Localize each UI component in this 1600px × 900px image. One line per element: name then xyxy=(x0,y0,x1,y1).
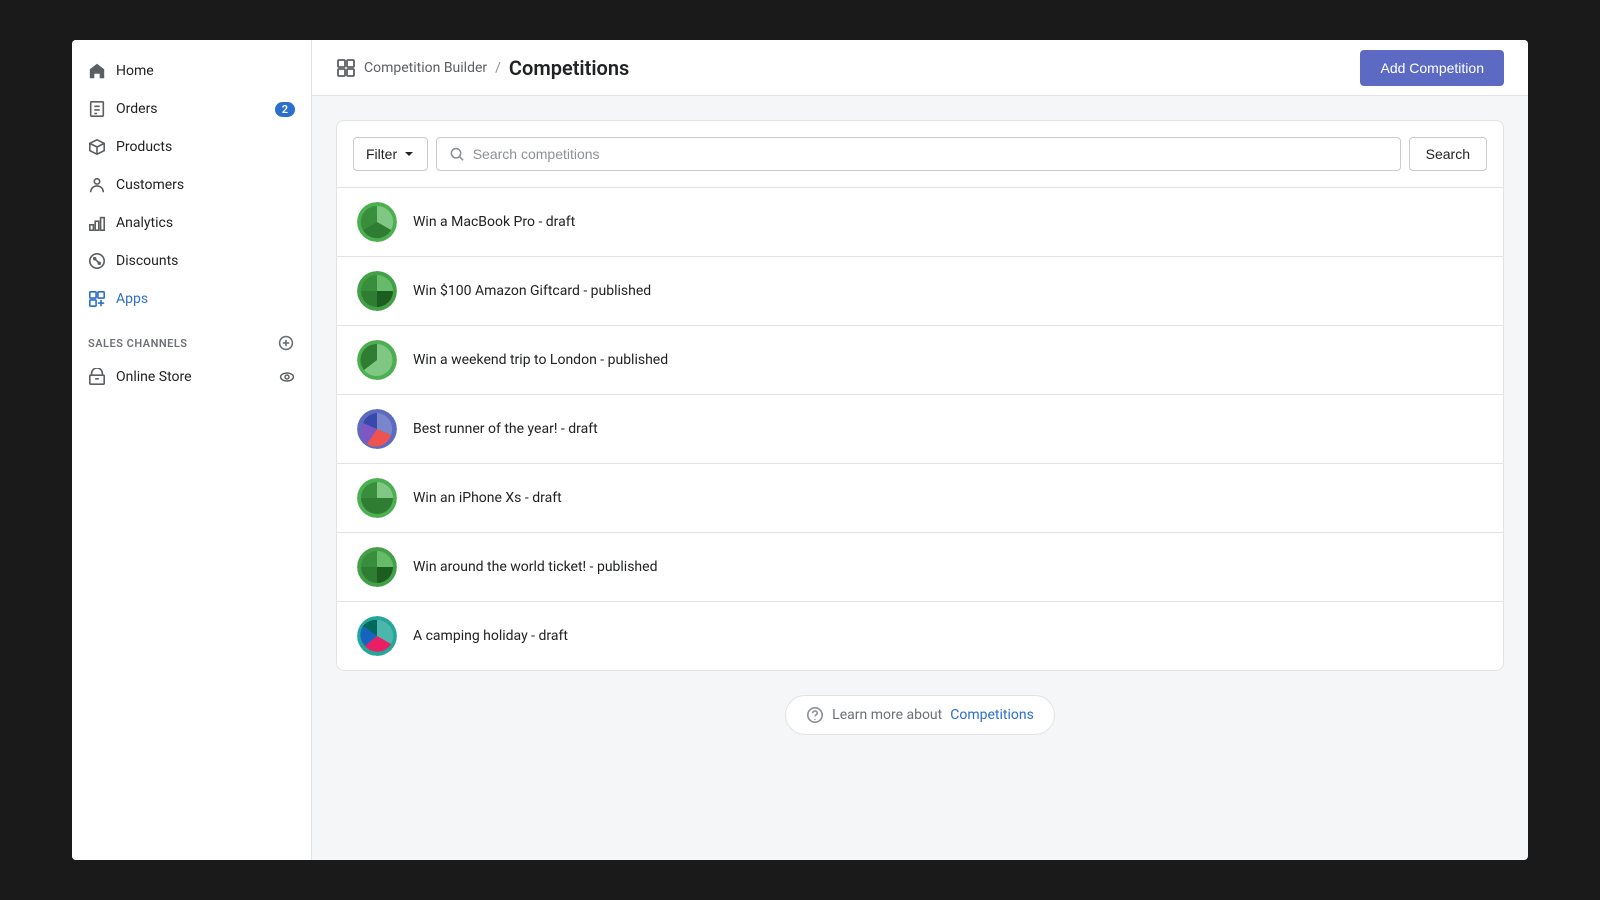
sidebar-item-label: Customers xyxy=(116,177,184,193)
customers-icon xyxy=(88,176,106,194)
page-content: Filter Search xyxy=(312,96,1528,860)
help-link[interactable]: Competitions xyxy=(950,707,1034,723)
sidebar-item-apps[interactable]: Apps xyxy=(72,280,311,318)
sidebar-item-label: Products xyxy=(116,139,172,155)
competition-title: A camping holiday - draft xyxy=(413,628,568,644)
analytics-icon xyxy=(88,214,106,232)
add-sales-channel-icon[interactable] xyxy=(277,334,295,352)
sidebar-item-analytics[interactable]: Analytics xyxy=(72,204,311,242)
top-bar: Competition Builder / Competitions Add C… xyxy=(312,40,1528,96)
sidebar-item-label: Analytics xyxy=(116,215,173,231)
sidebar-item-label: Orders xyxy=(116,101,158,117)
competition-item[interactable]: Best runner of the year! - draft xyxy=(337,395,1503,464)
store-label: Online Store xyxy=(116,369,192,385)
orders-icon xyxy=(88,100,106,118)
help-icon xyxy=(806,706,824,724)
sidebar-item-online-store[interactable]: Online Store xyxy=(72,358,311,396)
sidebar-nav: Home Orders 2 xyxy=(72,52,311,318)
competition-title: Win $100 Amazon Giftcard - published xyxy=(413,283,651,299)
main-content: Competition Builder / Competitions Add C… xyxy=(312,40,1528,860)
competition-avatar xyxy=(357,202,397,242)
competition-avatar xyxy=(357,616,397,656)
orders-badge: 2 xyxy=(275,102,295,117)
search-icon xyxy=(449,146,465,162)
competition-avatar xyxy=(357,340,397,380)
sales-channels-label: SALES CHANNELS xyxy=(88,337,188,350)
competition-item[interactable]: Win $100 Amazon Giftcard - published xyxy=(337,257,1503,326)
competition-title: Win a weekend trip to London - published xyxy=(413,352,668,368)
help-text: Learn more about xyxy=(832,707,942,723)
competition-item[interactable]: Win around the world ticket! - published xyxy=(337,533,1503,602)
breadcrumb: Competition Builder / Competitions xyxy=(336,56,629,80)
page-title: Competitions xyxy=(509,56,629,80)
competition-builder-icon xyxy=(336,58,356,78)
add-competition-button[interactable]: Add Competition xyxy=(1360,50,1504,86)
help-footer: Learn more about Competitions xyxy=(336,671,1504,759)
chevron-down-icon xyxy=(403,148,415,160)
search-bar: Filter Search xyxy=(337,121,1503,188)
competition-item[interactable]: Win a weekend trip to London - published xyxy=(337,326,1503,395)
sidebar-item-discounts[interactable]: Discounts xyxy=(72,242,311,280)
competition-avatar xyxy=(357,271,397,311)
store-icon xyxy=(88,368,106,386)
filter-label: Filter xyxy=(366,146,397,162)
apps-icon xyxy=(88,290,106,308)
search-button[interactable]: Search xyxy=(1409,137,1487,171)
competition-title: Win around the world ticket! - published xyxy=(413,559,657,575)
competition-avatar xyxy=(357,409,397,449)
sidebar-item-label: Home xyxy=(116,63,154,79)
competition-title: Win an iPhone Xs - draft xyxy=(413,490,562,506)
competitions-list: Win a MacBook Pro - draft xyxy=(337,188,1503,670)
discounts-icon xyxy=(88,252,106,270)
sidebar-item-home[interactable]: Home xyxy=(72,52,311,90)
help-pill: Learn more about Competitions xyxy=(785,695,1055,735)
search-input-wrapper xyxy=(436,137,1401,171)
sidebar: Home Orders 2 xyxy=(72,40,312,860)
breadcrumb-separator: / xyxy=(495,60,501,76)
competition-title: Best runner of the year! - draft xyxy=(413,421,598,437)
sidebar-item-products[interactable]: Products xyxy=(72,128,311,166)
competition-avatar xyxy=(357,547,397,587)
competition-item[interactable]: A camping holiday - draft xyxy=(337,602,1503,670)
home-icon xyxy=(88,62,106,80)
competition-avatar xyxy=(357,478,397,518)
competition-item[interactable]: Win an iPhone Xs - draft xyxy=(337,464,1503,533)
app-name: Competition Builder xyxy=(364,60,487,76)
competitions-card: Filter Search xyxy=(336,120,1504,671)
sidebar-item-label: Apps xyxy=(116,291,148,307)
sidebar-item-label: Discounts xyxy=(116,253,178,269)
sidebar-item-customers[interactable]: Customers xyxy=(72,166,311,204)
search-input[interactable] xyxy=(473,146,1388,162)
eye-icon[interactable] xyxy=(279,369,295,385)
sales-channels-section: SALES CHANNELS xyxy=(72,318,311,358)
competition-item[interactable]: Win a MacBook Pro - draft xyxy=(337,188,1503,257)
products-icon xyxy=(88,138,106,156)
competition-title: Win a MacBook Pro - draft xyxy=(413,214,575,230)
sidebar-item-orders[interactable]: Orders 2 xyxy=(72,90,311,128)
filter-button[interactable]: Filter xyxy=(353,137,428,171)
